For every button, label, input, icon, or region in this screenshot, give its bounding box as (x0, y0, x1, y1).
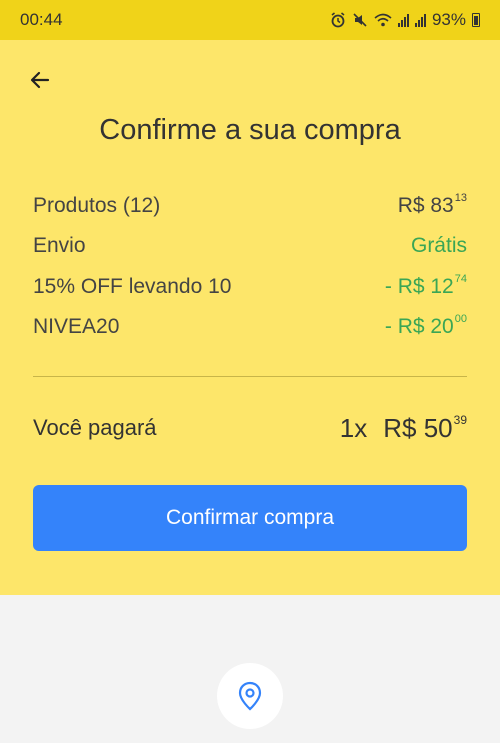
battery-percent: 93% (431, 10, 466, 29)
signal-icon (397, 13, 409, 27)
mute-icon (353, 13, 367, 27)
summary-label: Produtos (12) (33, 194, 161, 217)
total-label: Você pagará (33, 415, 157, 440)
back-button[interactable] (24, 64, 56, 96)
arrow-left-icon (30, 71, 50, 89)
status-icons: 93% (330, 10, 480, 30)
total-row: Você pagará 1x R$ 50 39 (33, 408, 467, 448)
battery-icon (472, 13, 480, 27)
summary-label: NIVEA20 (33, 315, 120, 338)
summary-label: Envio (33, 234, 86, 257)
page-title: Confirme a sua compra (99, 114, 401, 146)
divider (33, 376, 467, 377)
location-pin-icon (238, 681, 262, 711)
total-amount: R$ 50 (383, 412, 453, 443)
summary-row-products: Produtos (12) R$ 83 13 (33, 189, 467, 223)
summary-value: Grátis (410, 234, 467, 257)
confirm-purchase-button[interactable]: Confirmar compra (33, 485, 467, 551)
summary-value: R$ 83 13 (397, 192, 467, 217)
summary-row-discount: 15% OFF levando 10 - R$ 12 74 (33, 270, 467, 304)
total-value: 1x R$ 50 39 (340, 413, 467, 444)
purchase-summary-panel: Confirme a sua compra Produtos (12) R$ 8… (0, 40, 500, 595)
status-bar: 00:44 93% (0, 0, 500, 40)
signal-icon (414, 13, 426, 27)
alarm-icon (331, 12, 345, 28)
location-button[interactable] (217, 663, 283, 729)
summary-label: 15% OFF levando 10 (33, 275, 232, 298)
summary-row-shipping: Envio Grátis (33, 229, 467, 263)
status-time: 00:44 (20, 10, 63, 29)
summary-value: - R$ 20 00 (384, 313, 467, 338)
wifi-icon (374, 13, 392, 27)
installments: 1x (339, 412, 368, 443)
total-cents: 39 (453, 412, 467, 427)
summary-value: - R$ 12 74 (384, 273, 467, 298)
summary-row-coupon: NIVEA20 - R$ 20 00 (33, 310, 467, 344)
